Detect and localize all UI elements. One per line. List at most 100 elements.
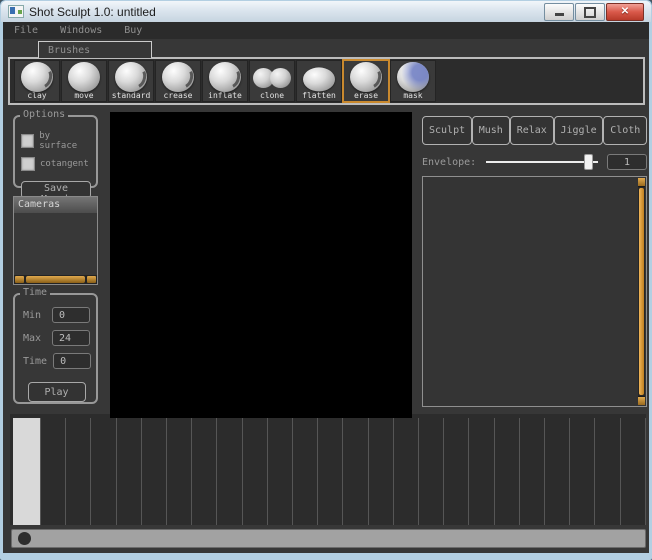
menu-file[interactable]: File <box>3 25 49 36</box>
cameras-header: Cameras <box>14 197 97 213</box>
timeline-column[interactable] <box>469 418 494 525</box>
brush-flatten[interactable]: flatten <box>296 60 342 102</box>
timeline-column[interactable] <box>369 418 394 525</box>
tab-brushes[interactable]: Brushes <box>38 41 152 58</box>
by-surface-checkbox[interactable] <box>21 134 34 148</box>
cotangent-row: cotangent <box>21 157 90 171</box>
max-field[interactable] <box>52 330 90 346</box>
timeline-column[interactable] <box>444 418 469 525</box>
brush-label: move <box>74 91 93 101</box>
sculpt-button[interactable]: Sculpt <box>422 116 472 145</box>
vertical-scroll-thumb[interactable] <box>639 188 644 395</box>
cotangent-label: cotangent <box>40 159 89 169</box>
brush-clay[interactable]: clay <box>14 60 60 102</box>
brush-label: inflate <box>208 91 242 101</box>
window-title: Shot Sculpt 1.0: untitled <box>29 5 156 19</box>
sculpt-viewport[interactable] <box>110 112 412 418</box>
timeline-column[interactable] <box>570 418 595 525</box>
timeline-column[interactable] <box>545 418 570 525</box>
brush-inflate[interactable]: inflate <box>202 60 248 102</box>
minimize-button[interactable] <box>544 3 574 21</box>
maximize-button[interactable] <box>575 3 605 21</box>
brush-move[interactable]: move <box>61 60 107 102</box>
envelope-slider-handle[interactable] <box>584 154 593 170</box>
timeline-column[interactable] <box>91 418 116 525</box>
timeline-column[interactable] <box>343 418 368 525</box>
timeline-column[interactable] <box>41 418 66 525</box>
timeline-column[interactable] <box>520 418 545 525</box>
slider-track <box>486 161 598 163</box>
timeline-horizontal-scrollbar[interactable] <box>11 529 646 548</box>
min-field[interactable] <box>52 307 90 323</box>
by-surface-row: by surface <box>21 131 90 151</box>
mode-buttons: Sculpt Mush Relax Jiggle Cloth <box>422 116 647 145</box>
time-field[interactable] <box>53 353 91 369</box>
scroll-thumb[interactable] <box>26 276 85 283</box>
cameras-panel: Cameras <box>13 196 98 285</box>
timeline-column[interactable] <box>419 418 444 525</box>
timeline-column[interactable] <box>621 418 646 525</box>
mush-button[interactable]: Mush <box>472 116 510 145</box>
options-legend: Options <box>20 109 68 120</box>
timeline-playhead[interactable] <box>13 418 40 525</box>
brush-standard[interactable]: standard <box>108 60 154 102</box>
menu-windows[interactable]: Windows <box>49 25 113 36</box>
brush-erase[interactable]: erase <box>343 60 389 102</box>
clay-brush-icon <box>20 62 54 91</box>
brush-crease[interactable]: crease <box>155 60 201 102</box>
timeline-column[interactable] <box>142 418 167 525</box>
envelope-value-field[interactable] <box>607 154 647 170</box>
relax-button[interactable]: Relax <box>510 116 554 145</box>
scroll-up-arrow[interactable] <box>638 178 645 187</box>
envelope-row: Envelope: <box>422 153 647 171</box>
timeline-scroll-handle[interactable] <box>18 532 31 545</box>
vertical-scrollbar[interactable] <box>638 178 645 405</box>
cameras-horizontal-scrollbar[interactable] <box>14 275 97 284</box>
brush-clone[interactable]: clone <box>249 60 295 102</box>
cloth-button[interactable]: Cloth <box>603 116 647 145</box>
menu-buy[interactable]: Buy <box>113 25 153 36</box>
menu-bar: File Windows Buy <box>3 22 649 39</box>
maximize-icon <box>584 7 596 18</box>
title-bar[interactable]: Shot Sculpt 1.0: untitled ✕ <box>1 1 651 22</box>
jiggle-button[interactable]: Jiggle <box>554 116 604 145</box>
brush-label: clay <box>27 91 46 101</box>
brushes-toolbar: clay move standard crease inflate clone … <box>8 57 645 105</box>
layers-list[interactable] <box>422 176 647 407</box>
cameras-list[interactable] <box>14 213 97 275</box>
max-row: Max <box>23 330 90 346</box>
timeline-column[interactable] <box>192 418 217 525</box>
timeline-column[interactable] <box>268 418 293 525</box>
window-controls: ✕ <box>544 3 644 21</box>
brush-mask[interactable]: mask <box>390 60 436 102</box>
timeline-column[interactable] <box>394 418 419 525</box>
close-icon: ✕ <box>621 7 629 17</box>
timeline-column[interactable] <box>117 418 142 525</box>
timeline-column[interactable] <box>495 418 520 525</box>
scroll-left-arrow[interactable] <box>15 276 24 283</box>
standard-brush-icon <box>114 62 148 91</box>
play-button[interactable]: Play <box>28 382 86 402</box>
erase-brush-icon <box>349 62 383 91</box>
close-button[interactable]: ✕ <box>606 3 644 21</box>
envelope-slider[interactable] <box>486 154 598 170</box>
brush-label: flatten <box>302 91 336 101</box>
min-row: Min <box>23 307 90 323</box>
timeline-column[interactable] <box>66 418 91 525</box>
timeline-column[interactable] <box>243 418 268 525</box>
timeline-grid <box>40 418 646 525</box>
timeline-column[interactable] <box>318 418 343 525</box>
scroll-down-arrow[interactable] <box>638 396 645 405</box>
crease-brush-icon <box>161 62 195 91</box>
timeline-column[interactable] <box>293 418 318 525</box>
mask-brush-icon <box>396 62 430 91</box>
cotangent-checkbox[interactable] <box>21 157 35 171</box>
timeline[interactable] <box>10 414 646 525</box>
scroll-right-arrow[interactable] <box>87 276 96 283</box>
timeline-column[interactable] <box>217 418 242 525</box>
time-row: Time <box>23 353 90 369</box>
brush-label: clone <box>260 91 284 101</box>
timeline-column[interactable] <box>595 418 620 525</box>
by-surface-label: by surface <box>39 131 90 151</box>
timeline-column[interactable] <box>167 418 192 525</box>
